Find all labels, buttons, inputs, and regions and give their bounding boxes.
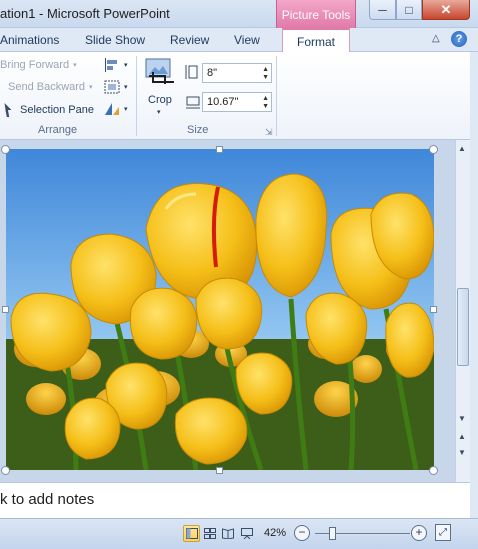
chevron-down-icon: ▾ <box>124 62 128 69</box>
slide-show-button[interactable] <box>238 525 255 542</box>
close-button[interactable]: ✕ <box>422 0 470 20</box>
selection-pane-label: Selection Pane <box>20 104 94 116</box>
chevron-down-icon: ▾ <box>124 106 128 113</box>
tab-animations[interactable]: Animations <box>0 33 59 47</box>
resize-handle[interactable] <box>2 306 9 313</box>
group-separator <box>276 56 277 136</box>
bring-forward-label: Bring Forward <box>0 59 70 71</box>
bring-forward-button[interactable]: Bring Forward ▾ <box>0 59 77 71</box>
tulip-photo[interactable] <box>6 149 434 470</box>
width-icon <box>186 96 200 109</box>
next-slide-icon[interactable]: ▼ <box>458 448 466 457</box>
zoom-level[interactable]: 42% <box>264 527 286 539</box>
crop-icon <box>145 58 174 84</box>
resize-handle[interactable] <box>430 306 437 313</box>
tab-view[interactable]: View <box>234 33 260 47</box>
title-bar: ation1 - Microsoft PowerPoint Picture To… <box>0 0 478 28</box>
resize-handle[interactable] <box>429 466 438 475</box>
arrange-group-label: Arrange <box>38 124 78 136</box>
spin-down-icon[interactable]: ▼ <box>262 74 269 82</box>
tab-review[interactable]: Review <box>170 33 209 47</box>
shape-width-field[interactable]: 10.67" ▲ ▼ <box>202 92 272 112</box>
spin-up-icon[interactable]: ▲ <box>262 95 269 103</box>
scroll-down-icon[interactable]: ▼ <box>458 414 466 423</box>
fit-slide-button[interactable]: ⤢ <box>435 524 451 541</box>
window-title: ation1 - Microsoft PowerPoint <box>0 6 170 21</box>
close-icon: ✕ <box>440 1 452 17</box>
fit-to-window-icon: ⤢ <box>439 527 447 538</box>
chevron-down-icon: ▾ <box>89 84 93 91</box>
chevron-down-icon: ▾ <box>157 109 161 116</box>
vertical-scrollbar[interactable]: ▲ ▼ ▲ ▼ <box>455 140 470 482</box>
notes-placeholder: k to add notes <box>0 491 95 508</box>
notes-pane[interactable]: k to add notes <box>0 482 470 518</box>
slide-sorter-icon <box>203 528 216 539</box>
reading-view-icon <box>221 528 234 539</box>
shape-width-value: 10.67" <box>207 96 239 108</box>
rotate-icon <box>105 103 119 115</box>
selection-pane-button[interactable]: Selection Pane <box>0 103 94 117</box>
size-group-label: Size <box>187 124 209 136</box>
slide-show-icon <box>240 528 253 539</box>
shape-height-value: 8" <box>207 67 218 79</box>
align-icon <box>105 58 117 72</box>
resize-handle[interactable] <box>216 146 223 153</box>
resize-handle[interactable] <box>216 467 223 474</box>
resize-handle[interactable] <box>1 145 10 154</box>
zoom-out-icon[interactable]: − <box>294 525 310 541</box>
minimize-icon: ─ <box>378 2 387 17</box>
ribbon-tab-row: Animations Slide Show Review View Format <box>0 28 478 53</box>
resize-handle[interactable] <box>429 145 438 154</box>
dialog-launcher-icon[interactable]: ⇲ <box>265 127 273 138</box>
reading-view-button[interactable] <box>219 525 236 542</box>
selection-pane-icon <box>4 103 12 117</box>
normal-view-button[interactable] <box>183 525 200 542</box>
tab-slide-show[interactable]: Slide Show <box>85 33 145 47</box>
status-bar: 42% − + ⤢ <box>0 518 478 549</box>
spin-up-icon[interactable]: ▲ <box>262 66 269 74</box>
help-icon[interactable]: ? <box>451 31 467 47</box>
previous-slide-icon[interactable]: ▲ <box>458 432 466 441</box>
crop-label: Crop <box>148 94 172 106</box>
chevron-down-icon: ▾ <box>73 62 77 69</box>
send-backward-button[interactable]: Send Backward ▾ <box>8 81 93 93</box>
chevron-down-icon: ▾ <box>124 84 128 91</box>
spin-down-icon[interactable]: ▼ <box>262 103 269 111</box>
ribbon: Bring Forward ▾ Send Backward ▾ Selectio… <box>0 52 470 140</box>
maximize-icon: □ <box>405 2 413 17</box>
height-icon <box>185 65 198 79</box>
send-backward-label: Send Backward <box>8 81 86 93</box>
maximize-button[interactable]: □ <box>396 0 422 20</box>
crop-button[interactable]: Crop ▾ <box>143 56 179 120</box>
minimize-ribbon-icon[interactable]: △ <box>432 33 440 44</box>
group-button[interactable]: ▾ <box>104 80 128 94</box>
rotate-button[interactable]: ▾ <box>104 102 128 116</box>
scroll-up-icon[interactable]: ▲ <box>458 144 466 153</box>
group-separator <box>136 56 137 136</box>
tab-format[interactable]: Format <box>282 28 351 53</box>
group-icon <box>104 80 120 94</box>
zoom-slider-thumb[interactable] <box>328 527 336 540</box>
picture-tools-context-tab: Picture Tools <box>276 0 356 28</box>
resize-handle[interactable] <box>1 466 10 475</box>
minimize-button[interactable]: ─ <box>369 0 396 20</box>
zoom-in-icon[interactable]: + <box>411 525 427 541</box>
align-button[interactable]: ▾ <box>104 58 128 72</box>
slide-sorter-button[interactable] <box>201 525 218 542</box>
normal-view-icon <box>185 528 198 539</box>
shape-height-field[interactable]: 8" ▲ ▼ <box>202 63 272 83</box>
scroll-thumb[interactable] <box>457 288 469 366</box>
